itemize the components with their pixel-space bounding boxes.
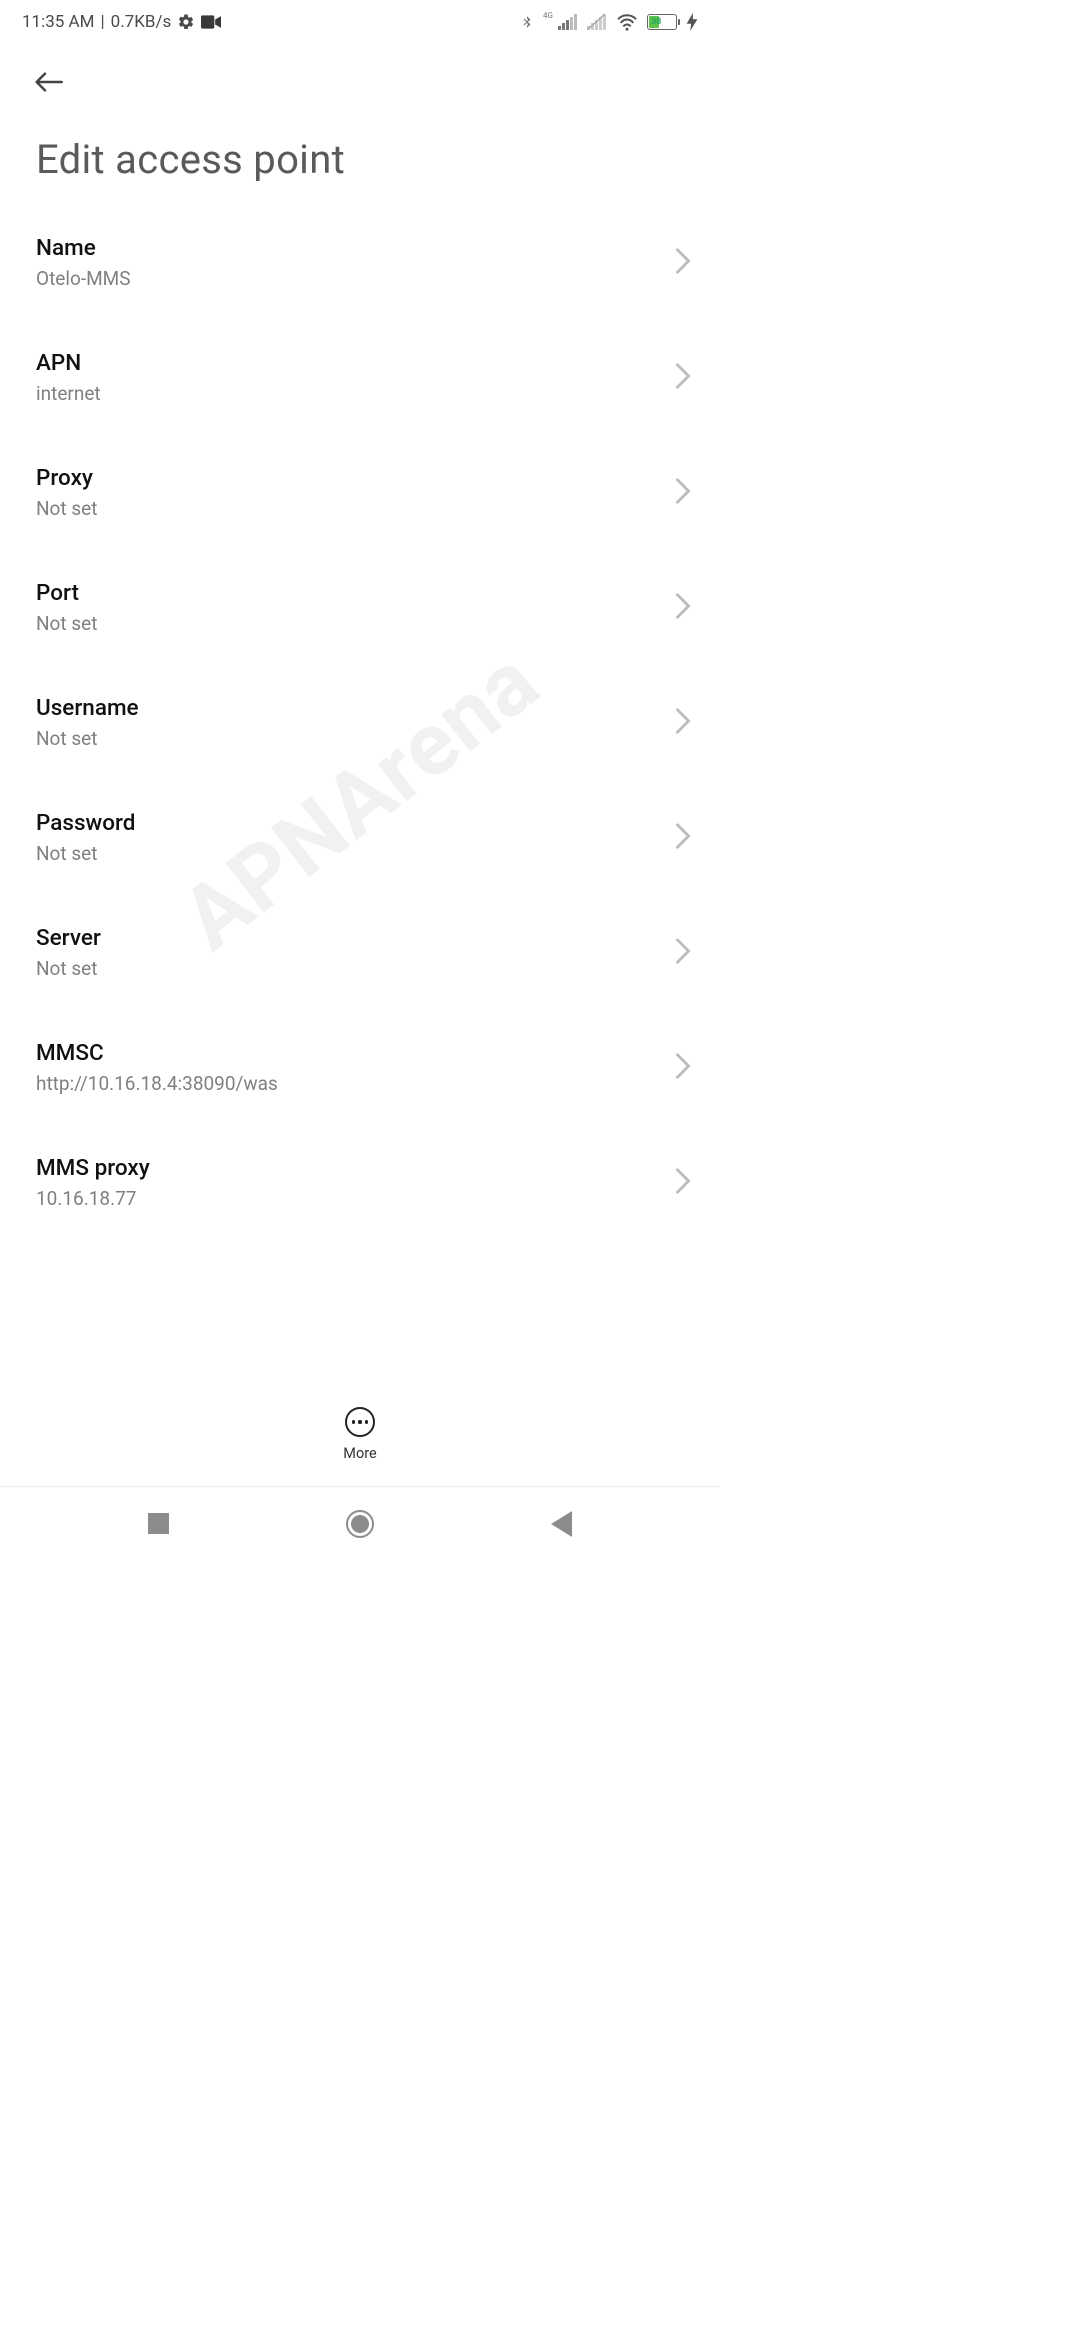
row-label: APN — [36, 350, 101, 376]
row-value: 10.16.18.77 — [36, 1187, 150, 1210]
row-value: http://10.16.18.4:38090/was — [36, 1072, 278, 1095]
row-password[interactable]: Password Not set — [0, 780, 720, 895]
more-horizontal-icon — [345, 1407, 375, 1437]
row-server[interactable]: Server Not set — [0, 895, 720, 1010]
wifi-icon — [616, 13, 638, 31]
status-left: 11:35 AM | 0.7KB/s — [22, 12, 221, 32]
charging-icon — [686, 13, 698, 31]
status-time: 11:35 AM — [22, 12, 94, 32]
back-arrow-icon[interactable] — [30, 87, 70, 106]
android-nav-bar — [0, 1486, 720, 1560]
chevron-right-icon — [674, 362, 692, 394]
chevron-right-icon — [674, 822, 692, 854]
header-row — [0, 40, 720, 106]
row-value: Otelo-MMS — [36, 267, 131, 290]
nav-recents-icon[interactable] — [148, 1513, 169, 1534]
row-value: internet — [36, 382, 101, 405]
status-bar: 11:35 AM | 0.7KB/s 4G 38 — [0, 0, 720, 40]
chevron-right-icon — [674, 1052, 692, 1084]
row-value: Not set — [36, 497, 97, 520]
page-title: Edit access point — [0, 106, 720, 205]
network-type-label: 4G — [543, 11, 553, 20]
row-value: Not set — [36, 612, 97, 635]
row-mmsc[interactable]: MMSC http://10.16.18.4:38090/was — [0, 1010, 720, 1125]
chevron-right-icon — [674, 707, 692, 739]
more-button[interactable]: More — [343, 1407, 376, 1462]
row-username[interactable]: Username Not set — [0, 665, 720, 780]
row-mms-proxy[interactable]: MMS proxy 10.16.18.77 — [0, 1125, 720, 1218]
row-apn[interactable]: APN internet — [0, 320, 720, 435]
chevron-right-icon — [674, 937, 692, 969]
chevron-right-icon — [674, 477, 692, 509]
status-separator: | — [100, 12, 104, 32]
row-value: Not set — [36, 727, 139, 750]
settings-list: Name Otelo-MMS APN internet Proxy Not se… — [0, 205, 720, 1218]
row-label: Server — [36, 925, 101, 951]
row-label: Proxy — [36, 465, 97, 491]
row-value: Not set — [36, 957, 101, 980]
row-port[interactable]: Port Not set — [0, 550, 720, 665]
row-name[interactable]: Name Otelo-MMS — [0, 205, 720, 320]
signal-sim1-icon — [558, 14, 578, 30]
row-label: Username — [36, 695, 139, 721]
battery-percent: 38 — [651, 17, 661, 27]
status-data-rate: 0.7KB/s — [111, 12, 172, 32]
gear-icon — [177, 13, 195, 31]
row-label: MMSC — [36, 1040, 278, 1066]
video-icon — [201, 15, 221, 29]
bottom-action-bar: More — [0, 1397, 720, 1476]
more-label: More — [343, 1445, 376, 1462]
row-value: Not set — [36, 842, 135, 865]
chevron-right-icon — [674, 592, 692, 624]
nav-home-icon[interactable] — [346, 1510, 374, 1538]
row-label: Port — [36, 580, 97, 606]
status-right: 4G 38 — [520, 12, 698, 32]
bluetooth-icon — [520, 12, 534, 32]
chevron-right-icon — [674, 247, 692, 279]
row-proxy[interactable]: Proxy Not set — [0, 435, 720, 550]
chevron-right-icon — [674, 1167, 692, 1199]
row-label: MMS proxy — [36, 1155, 150, 1181]
signal-sim2-icon — [587, 14, 607, 30]
battery-icon: 38 — [647, 14, 677, 30]
nav-back-icon[interactable] — [551, 1511, 572, 1537]
row-label: Password — [36, 810, 135, 836]
row-label: Name — [36, 235, 131, 261]
